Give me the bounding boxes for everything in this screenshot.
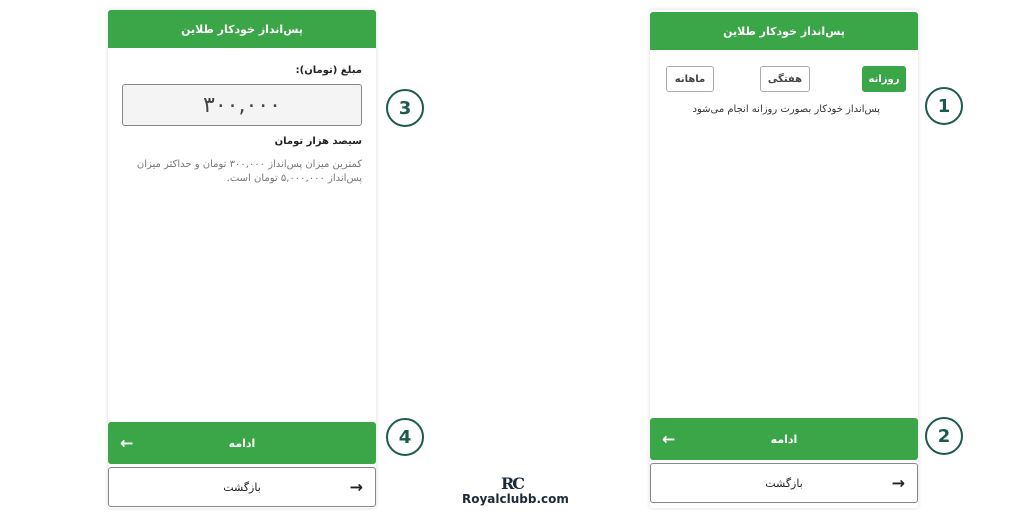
site-logo: RC Royalclubb.com	[462, 474, 569, 507]
header-title: پس‌انداز خودکار طلاین	[650, 12, 918, 50]
frequency-monthly-button[interactable]: ماهانه	[666, 66, 714, 92]
continue-label: ادامه	[770, 432, 798, 446]
back-button[interactable]: بازگشت →	[650, 463, 918, 503]
amount-input[interactable]: ۳۰۰,۰۰۰	[122, 84, 362, 126]
header-title: پس‌انداز خودکار طلاین	[108, 10, 376, 48]
frequency-daily-button[interactable]: روزانه	[862, 66, 906, 92]
logo-mark: RC	[500, 474, 525, 493]
step-marker-2: 2	[925, 417, 963, 455]
left-screen: پس‌انداز خودکار طلاین مبلغ (تومان): ۳۰۰,…	[108, 10, 376, 508]
logo-text: Royalclubb.com	[462, 492, 569, 506]
step-marker-4: 4	[386, 418, 424, 456]
right-screen: پس‌انداز خودکار طلاین ماهانه هفتگی روزان…	[650, 10, 918, 508]
frequency-description: پس‌انداز خودکار بصورت روزانه انجام می‌شو…	[692, 104, 881, 115]
back-label: بازگشت	[223, 480, 261, 494]
continue-label: ادامه	[228, 436, 256, 450]
arrow-left-icon: ←	[120, 433, 134, 453]
arrow-left-icon: ←	[662, 429, 676, 449]
step-marker-3: 3	[386, 89, 424, 127]
amount-label: مبلغ (تومان):	[295, 65, 362, 76]
frequency-selector: ماهانه هفتگی روزانه	[664, 66, 906, 92]
step-marker-1: 1	[925, 87, 963, 125]
amount-in-words: سیصد هزار تومان	[274, 136, 362, 147]
amount-hint: کمترین میزان پس‌انداز ۳۰۰,۰۰۰ تومان و حد…	[136, 159, 362, 184]
back-label: بازگشت	[765, 476, 803, 490]
back-button[interactable]: بازگشت →	[108, 467, 376, 507]
continue-button[interactable]: ← ادامه	[650, 418, 918, 460]
arrow-right-icon: →	[349, 477, 363, 497]
continue-button[interactable]: ← ادامه	[108, 422, 376, 464]
frequency-weekly-button[interactable]: هفتگی	[760, 66, 810, 92]
arrow-right-icon: →	[891, 473, 905, 493]
